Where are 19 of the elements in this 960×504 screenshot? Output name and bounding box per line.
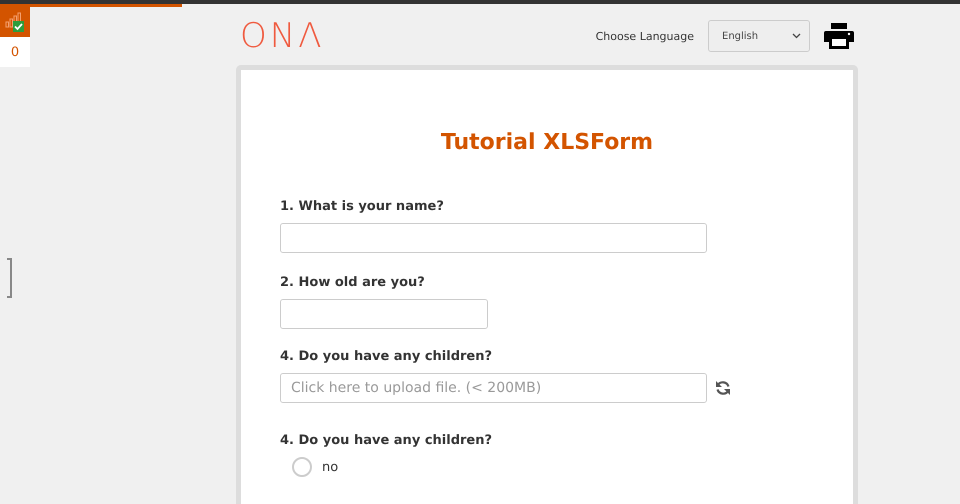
question-label: 4. Do you have any children? — [280, 349, 494, 364]
question-label: 2. How old are you? — [280, 275, 426, 290]
print-icon[interactable] — [824, 23, 854, 49]
logo: ONΛ — [240, 16, 324, 56]
refresh-icon[interactable] — [715, 380, 731, 396]
question-label: 4. Do you have any children? — [280, 433, 494, 448]
file-upload-field[interactable]: Click here to upload file. (< 200MB) — [280, 373, 707, 403]
language-select[interactable]: English — [708, 20, 810, 52]
text-field[interactable] — [280, 223, 707, 253]
question-label: 1. What is your name? — [280, 199, 445, 214]
chevron-icon — [792, 33, 801, 39]
pending-count: 0 — [0, 37, 30, 67]
side-handle[interactable] — [7, 258, 12, 298]
radio-option[interactable]: no — [292, 457, 853, 477]
number-field[interactable] — [280, 299, 488, 329]
language-label: Choose Language — [596, 30, 694, 42]
radio-button[interactable] — [292, 457, 312, 477]
form-title: Tutorial XLSForm — [440, 130, 654, 155]
signal-icon — [5, 12, 25, 32]
